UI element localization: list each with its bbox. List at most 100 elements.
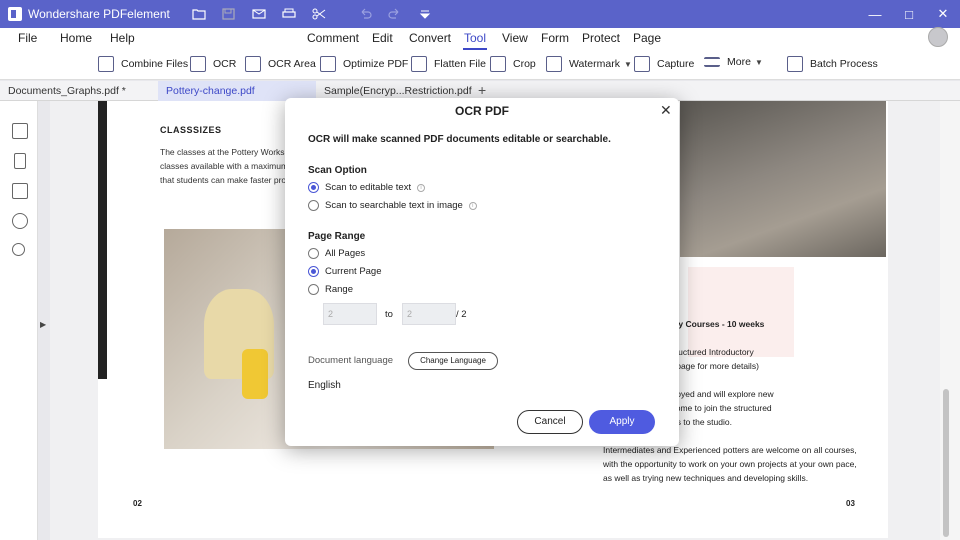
- flatten-file-icon: [411, 56, 427, 72]
- dialog-title: OCR PDF: [455, 104, 509, 118]
- menu-file[interactable]: File: [18, 31, 37, 45]
- menu-protect[interactable]: Protect: [582, 31, 620, 45]
- range-option[interactable]: Range: [308, 284, 353, 295]
- vertical-scrollbar[interactable]: [940, 101, 960, 540]
- new-tab-icon[interactable]: +: [478, 82, 486, 98]
- menu-home[interactable]: Home: [60, 31, 92, 45]
- page-sidebar-bar: [98, 101, 107, 379]
- document-language-label: Document language: [308, 355, 394, 366]
- radio-unselected[interactable]: [308, 200, 319, 211]
- batch-process-icon: [787, 56, 803, 72]
- ocr-pdf-dialog: OCR PDF ✕ OCR will make scanned PDF docu…: [285, 98, 679, 446]
- radio-selected[interactable]: [308, 182, 319, 193]
- customize-dropdown-icon[interactable]: [418, 8, 432, 20]
- close-icon[interactable]: ✕: [660, 102, 672, 119]
- combine-files-button[interactable]: Combine Files: [98, 56, 188, 72]
- title-bar: Wondershare PDFelement — □ ✕: [0, 0, 960, 28]
- comment-icon[interactable]: [12, 183, 28, 199]
- page-right-text: with the opportunity to work on your own…: [603, 459, 857, 469]
- page-number-right: 03: [846, 499, 855, 508]
- page-range-label: Page Range: [308, 231, 366, 242]
- more-icon: [704, 57, 720, 67]
- print-icon[interactable]: [282, 8, 296, 20]
- cancel-button[interactable]: Cancel: [517, 410, 583, 434]
- open-folder-icon[interactable]: [192, 8, 206, 20]
- menu-edit[interactable]: Edit: [372, 31, 393, 45]
- watermark-icon: [546, 56, 562, 72]
- scan-searchable-option[interactable]: Scan to searchable text in image i: [308, 200, 477, 211]
- more-dropdown-icon[interactable]: ▼: [755, 58, 763, 67]
- menu-comment[interactable]: Comment: [307, 31, 359, 45]
- ocr-icon: [190, 56, 206, 72]
- batch-process-label: Batch Process: [810, 58, 878, 70]
- watermark-label: Watermark: [569, 58, 620, 70]
- optimize-pdf-label: Optimize PDF: [343, 58, 409, 70]
- menu-bar: File Home Help Comment Edit Convert Tool…: [0, 27, 960, 50]
- save-icon[interactable]: [222, 8, 236, 20]
- menu-tool[interactable]: Tool: [464, 31, 486, 45]
- flatten-file-button[interactable]: Flatten File: [411, 56, 486, 72]
- crop-button[interactable]: Crop: [490, 56, 536, 72]
- range-total: / 2: [456, 309, 467, 320]
- batch-process-button[interactable]: Batch Process: [787, 56, 878, 72]
- menu-form[interactable]: Form: [541, 31, 569, 45]
- watermark-dropdown-icon[interactable]: ▼: [624, 60, 632, 69]
- yarn-spool-shape: [242, 349, 268, 399]
- expand-sidebar-icon[interactable]: ▶: [40, 320, 46, 329]
- pottery-photo: [680, 101, 886, 257]
- menu-page[interactable]: Page: [633, 31, 661, 45]
- menu-convert[interactable]: Convert: [409, 31, 451, 45]
- ocr-label: OCR: [213, 58, 237, 70]
- bookmark-icon[interactable]: [14, 153, 26, 169]
- info-icon[interactable]: i: [468, 201, 477, 210]
- page-right-text: as well as trying new techniques and dev…: [603, 473, 809, 483]
- apply-button[interactable]: Apply: [589, 410, 655, 434]
- scissors-icon[interactable]: [312, 8, 326, 20]
- page-text-line: The classes at the Pottery Works Stu: [160, 147, 300, 157]
- ocr-area-button[interactable]: OCR Area: [245, 56, 316, 72]
- menu-help[interactable]: Help: [110, 31, 135, 45]
- search-icon[interactable]: [12, 243, 25, 256]
- user-avatar[interactable]: [928, 27, 948, 47]
- radio-selected[interactable]: [308, 266, 319, 277]
- email-icon[interactable]: [252, 8, 266, 20]
- maximize-icon[interactable]: □: [892, 0, 926, 28]
- range-to-input[interactable]: [402, 303, 456, 325]
- current-page-option[interactable]: Current Page: [308, 266, 382, 277]
- radio-unselected[interactable]: [308, 284, 319, 295]
- window-controls: — □ ✕: [858, 0, 960, 28]
- redo-icon[interactable]: [388, 8, 402, 20]
- tab-documents-graphs[interactable]: Documents_Graphs.pdf *: [0, 81, 158, 101]
- page-heading: CLASSSIZES: [160, 125, 222, 135]
- undo-icon[interactable]: [358, 8, 372, 20]
- minimize-icon[interactable]: —: [858, 0, 892, 28]
- thumbnails-icon[interactable]: [12, 123, 28, 139]
- tool-ribbon: Combine Files OCR OCR Area Optimize PDF …: [0, 50, 960, 80]
- optimize-pdf-button[interactable]: Optimize PDF: [320, 56, 408, 72]
- combine-files-icon: [98, 56, 114, 72]
- close-window-icon[interactable]: ✕: [926, 0, 960, 28]
- ocr-button[interactable]: OCR: [190, 56, 236, 72]
- selected-language: English: [308, 380, 341, 391]
- scrollbar-thumb[interactable]: [943, 389, 949, 537]
- range-to-label: to: [385, 309, 393, 320]
- all-pages-label: All Pages: [325, 248, 366, 259]
- attachment-icon[interactable]: [12, 213, 28, 229]
- change-language-button[interactable]: Change Language: [408, 352, 498, 370]
- watermark-button[interactable]: Watermark ▼: [546, 56, 632, 72]
- ocr-area-label: OCR Area: [268, 58, 316, 70]
- crop-label: Crop: [513, 58, 536, 70]
- dialog-intro: OCR will make scanned PDF documents edit…: [308, 134, 611, 145]
- radio-unselected[interactable]: [308, 248, 319, 259]
- ocr-area-icon: [245, 56, 261, 72]
- all-pages-option[interactable]: All Pages: [308, 248, 365, 259]
- scan-editable-label: Scan to editable text: [325, 182, 412, 193]
- scan-editable-option[interactable]: Scan to editable text i: [308, 182, 426, 193]
- more-button[interactable]: More ▼: [704, 56, 763, 68]
- info-icon[interactable]: i: [417, 183, 426, 192]
- menu-view[interactable]: View: [502, 31, 528, 45]
- range-from-input[interactable]: [323, 303, 377, 325]
- capture-button[interactable]: Capture: [634, 56, 694, 72]
- current-page-label: Current Page: [325, 266, 382, 277]
- app-title: Wondershare PDFelement: [28, 7, 170, 21]
